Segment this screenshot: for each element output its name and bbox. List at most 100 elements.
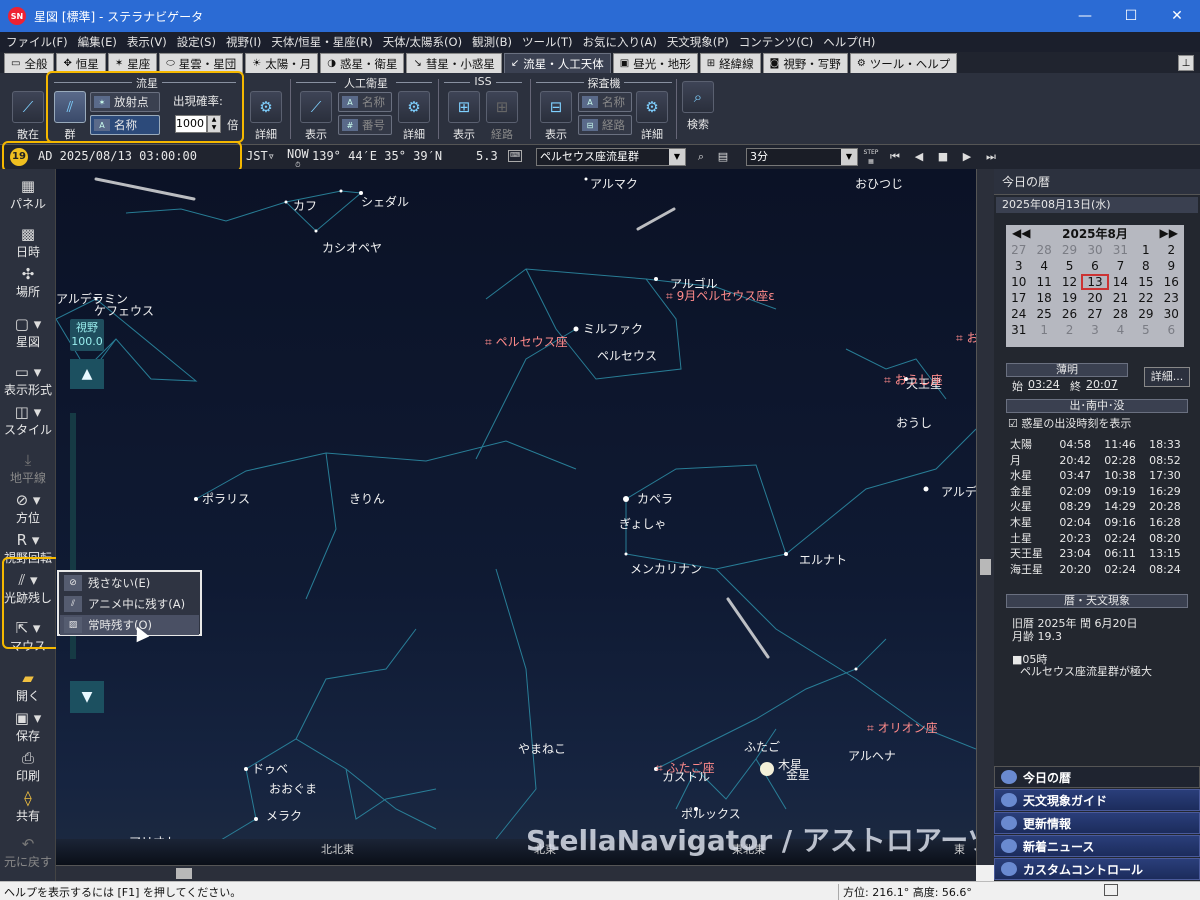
skip-back-icon[interactable]: ⏮ [886,148,904,166]
star-label[interactable]: メンカリナン [630,560,702,577]
prev-year-icon[interactable]: ◀◀ [1012,226,1030,240]
calendar-day[interactable]: 27 [1082,307,1107,321]
calendar-day[interactable]: 27 [1006,243,1031,257]
panel-tab-4[interactable]: カスタムコントロール [994,858,1200,880]
menu-item-2[interactable]: 表示(V) [127,34,167,50]
star-label[interactable]: やまねこ [518,740,566,757]
star-label[interactable]: きりん [349,490,385,507]
meteor-radiant-label[interactable]: ⌗ 9月ペルセウス座ε [666,287,775,304]
star-label[interactable]: ふたご [744,738,780,755]
calendar-day[interactable]: 13 [1081,274,1109,290]
panel-tab-1[interactable]: 天文現象ガイド [994,789,1200,811]
calendar-day[interactable]: 6 [1082,259,1107,273]
calendar-day[interactable]: 15 [1133,275,1158,289]
iss-show-button[interactable]: ⊞ 表示 [446,91,482,142]
place-button[interactable]: ✣ 場所 [0,265,56,300]
panel-tab-2[interactable]: 更新情報 [994,812,1200,834]
tab-8[interactable]: ▣ 昼光・地形 [612,53,698,73]
star-label[interactable]: おおぐま [269,780,317,797]
open-button[interactable]: ▰ 開く [0,669,56,704]
calendar-day[interactable]: 5 [1057,259,1082,273]
star-label[interactable]: ぎょしゃ [619,515,666,532]
zoom-out-button[interactable]: ▼ [70,681,104,713]
search-icon[interactable]: ⌕ [692,148,710,166]
undo-button[interactable]: ↶ 元に戻す [0,835,56,870]
star-label[interactable]: アルマク [590,175,638,192]
tab-3[interactable]: ⬭ 星雲・星団 [159,53,244,73]
tab-6[interactable]: ↘ 彗星・小惑星 [406,53,502,73]
calendar-day[interactable]: 24 [1006,307,1031,321]
calendar-day[interactable]: 28 [1031,243,1056,257]
panel-button[interactable]: ▦ パネル [0,177,56,212]
calendar-day[interactable]: 26 [1057,307,1082,321]
star-label[interactable]: おうし [896,414,932,431]
list-icon[interactable]: ▤ [714,148,732,166]
style-button[interactable]: ◫ ▾ スタイル [0,403,56,438]
meteor-radiant-label[interactable]: ⌗ おうし座 [884,371,943,388]
probe-path-toggle[interactable]: ⊟ 経路 [578,115,632,135]
trail-animation-option[interactable]: ⫽ アニメ中に残す(A) [60,594,199,614]
satellite-number-toggle[interactable]: # 番号 [338,115,392,135]
clock-icon[interactable]: 19 [10,148,28,166]
scatter-button[interactable]: ⟋ 散在 [10,91,46,142]
step-back-icon[interactable]: ◀ [910,148,928,166]
satellite-detail-button[interactable]: ⚙ 詳細 [396,91,432,142]
trail-always-option[interactable]: ▨ 常時残す(O) [60,615,199,635]
calendar-day[interactable]: 6 [1159,323,1184,337]
step-icon[interactable]: STEP ▦ [862,148,880,166]
menu-item-3[interactable]: 設定(S) [177,34,216,50]
menu-item-6[interactable]: 天体/太陽系(O) [383,34,462,50]
pin-icon[interactable]: ⊥ [1178,55,1194,71]
datetime-display[interactable]: AD 2025/08/13 03:00:00 [38,149,197,163]
probe-name-toggle[interactable]: A 名称 [578,92,632,112]
menu-item-11[interactable]: コンテンツ(C) [739,34,814,50]
star-label[interactable]: カペラ [637,490,673,507]
vertical-scrollbar[interactable] [976,169,994,865]
tab-7[interactable]: ↙ 流星・人工天体 [503,53,611,73]
menu-item-7[interactable]: 観測(B) [472,34,512,50]
menu-item-9[interactable]: お気に入り(A) [582,34,656,50]
trail-none-option[interactable]: ⊘ 残さない(E) [60,573,199,593]
calendar-day[interactable]: 31 [1108,243,1133,257]
twilight-detail-button[interactable]: 詳細... [1144,367,1190,387]
menu-item-10[interactable]: 天文現象(P) [667,34,729,50]
calendar-day[interactable]: 16 [1159,275,1184,289]
satellite-name-toggle[interactable]: A 名称 [338,92,392,112]
calendar-day[interactable]: 23 [1159,291,1184,305]
star-label[interactable]: エルナト [799,551,847,568]
star-label[interactable]: ドゥベ [252,760,288,777]
calendar-day[interactable]: 29 [1133,307,1158,321]
menu-item-0[interactable]: ファイル(F) [6,34,68,50]
zoom-in-button[interactable]: ▲ [70,359,104,389]
tab-2[interactable]: ✶ 星座 [107,53,158,73]
mouse-button[interactable]: ⇱ ▾ マウス [0,619,56,654]
display-format-button[interactable]: ▭ ▾ 表示形式 [0,363,56,398]
calendar-day[interactable]: 19 [1057,291,1082,305]
calendar-day[interactable]: 20 [1082,291,1107,305]
calendar-day[interactable]: 9 [1159,259,1184,273]
calendar-day[interactable]: 28 [1108,307,1133,321]
calendar-day[interactable]: 11 [1031,275,1056,289]
star-label[interactable]: ケフェウス [94,302,154,319]
meteor-radiant-label[interactable]: ⌗ オリオン座 [867,719,938,736]
star-label[interactable]: アルヘナ [848,747,896,764]
radiant-toggle[interactable]: ✶ 放射点 [90,92,160,112]
menu-item-12[interactable]: ヘルプ(H) [823,34,875,50]
tab-0[interactable]: ▭ 全般 [4,53,55,73]
probe-detail-button[interactable]: ⚙ 詳細 [634,91,670,142]
meteor-detail-button[interactable]: ⚙ 詳細 [248,91,284,142]
calendar-day[interactable]: 22 [1133,291,1158,305]
calendar-day[interactable]: 18 [1031,291,1056,305]
target-dropdown[interactable]: ペルセウス座流星群 ▼ [536,148,686,166]
next-year-icon[interactable]: ▶▶ [1160,226,1178,240]
planet-rise-checkbox[interactable]: ☑ 惑星の出没時刻を表示 [1008,415,1131,431]
calendar-day[interactable]: 12 [1057,275,1082,289]
star-label[interactable]: アルデ [941,483,976,500]
star-label[interactable]: シェダル [361,193,409,210]
minimize-button[interactable]: — [1062,0,1108,32]
calendar-day[interactable]: 10 [1006,275,1031,289]
star-label[interactable]: カシオペヤ [322,239,382,256]
satellite-show-button[interactable]: ⟋ 表示 [298,91,334,142]
star-label[interactable]: おひつじ [855,175,903,192]
twilight-start-value[interactable]: 03:24 [1028,378,1060,391]
